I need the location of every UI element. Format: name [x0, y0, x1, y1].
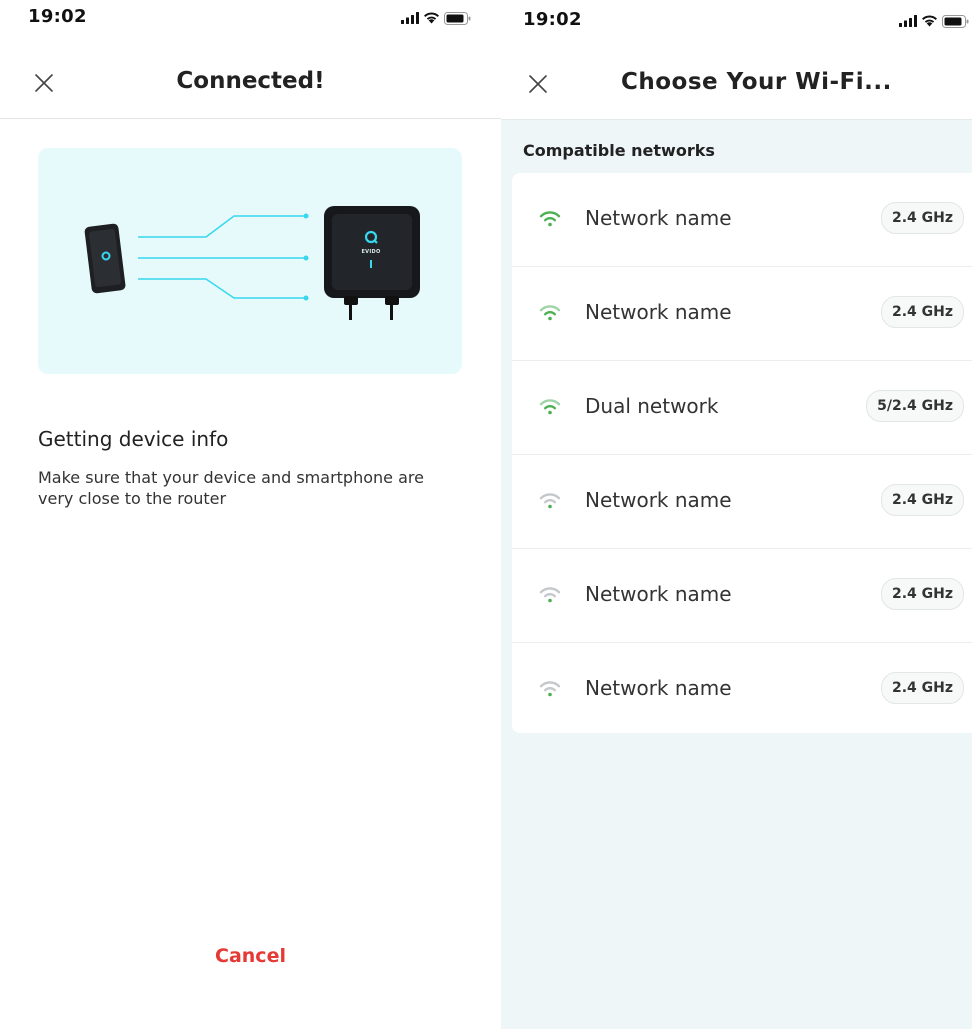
info-title: Getting device info: [38, 427, 229, 451]
wifi-signal-strong-icon: [539, 211, 561, 227]
close-icon: [529, 75, 547, 93]
close-button[interactable]: [525, 71, 551, 97]
network-name: Network name: [585, 582, 732, 606]
cellular-signal-icon: [899, 15, 917, 27]
info-description: Make sure that your device and smartphon…: [38, 468, 424, 508]
network-row[interactable]: Dual network 5/2.4 GHz: [512, 361, 972, 455]
network-name: Dual network: [585, 394, 719, 418]
network-name: Network name: [585, 300, 732, 324]
network-row[interactable]: Network name 2.4 GHz: [512, 267, 972, 361]
network-name: Network name: [585, 206, 732, 230]
device-brand-label: EVIDO: [361, 249, 381, 255]
status-icons: [401, 10, 471, 26]
network-row[interactable]: Network name 2.4 GHz: [512, 173, 972, 267]
connection-illustration: EVIDO: [38, 148, 462, 374]
network-row[interactable]: Network name 2.4 GHz: [512, 455, 972, 549]
network-row[interactable]: Network name 2.4 GHz: [512, 549, 972, 643]
network-row[interactable]: Network name 2.4 GHz: [512, 643, 972, 733]
smartphone-illustration: [84, 223, 126, 294]
status-bar: 19:02: [501, 0, 972, 55]
connected-screen: 19:02 Connected! EVIDO Getting device in…: [0, 0, 501, 1029]
band-badge: 2.4 GHz: [880, 672, 964, 704]
page-title: Connected!: [176, 68, 325, 94]
battery-icon: [942, 14, 969, 28]
wifi-icon: [922, 15, 937, 27]
band-badge: 2.4 GHz: [880, 578, 964, 610]
network-name: Network name: [585, 676, 732, 700]
band-badge: 2.4 GHz: [880, 484, 964, 516]
nav-bar: Connected!: [0, 52, 501, 119]
band-badge: 2.4 GHz: [880, 296, 964, 328]
nav-bar: Choose Your Wi-Fi...: [501, 55, 972, 120]
page-title: Choose Your Wi-Fi...: [621, 69, 892, 95]
status-bar: 19:02: [0, 0, 501, 40]
battery-icon: [444, 11, 471, 25]
section-label: Compatible networks: [523, 141, 715, 160]
status-time: 19:02: [523, 9, 582, 30]
wifi-signal-medium-icon: [539, 399, 561, 415]
status-time: 19:02: [28, 6, 87, 27]
wifi-icon: [424, 12, 439, 24]
band-badge: 5/2.4 GHz: [866, 390, 964, 422]
wifi-signal-weak-icon: [539, 493, 561, 509]
cellular-signal-icon: [401, 12, 419, 24]
wifi-signal-weak-icon: [539, 587, 561, 603]
band-badge: 2.4 GHz: [880, 202, 964, 234]
cancel-button[interactable]: Cancel: [0, 945, 501, 967]
connection-lines: [138, 215, 306, 299]
wifi-signal-weak-icon: [539, 681, 561, 697]
router-device-illustration: [324, 206, 420, 320]
network-list: Network name 2.4 GHz Network name 2.4 GH…: [512, 173, 972, 733]
choose-wifi-screen: 19:02 Choose Your Wi-Fi... Compatible ne…: [501, 0, 972, 1029]
wifi-signal-medium-icon: [539, 305, 561, 321]
network-name: Network name: [585, 488, 732, 512]
status-icons: [899, 13, 969, 29]
